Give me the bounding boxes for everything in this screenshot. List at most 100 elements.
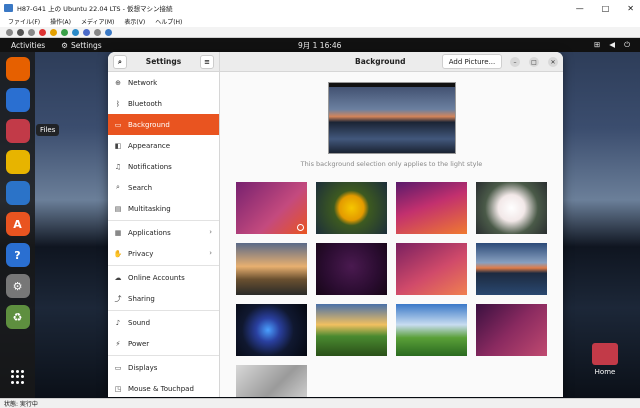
turn-off-icon[interactable] bbox=[28, 28, 35, 36]
wallpaper-thumbnail[interactable] bbox=[476, 304, 547, 356]
revert-icon[interactable] bbox=[94, 28, 101, 36]
sidebar-item-background[interactable]: ▭ Background bbox=[108, 114, 219, 135]
wallpaper-thumbnail[interactable] bbox=[476, 243, 547, 295]
wallpaper-thumbnail[interactable] bbox=[476, 182, 547, 234]
menu-media[interactable]: メディア(M) bbox=[81, 17, 114, 26]
writer-icon[interactable] bbox=[5, 181, 30, 205]
dock: A ? ⚙ ♻ bbox=[0, 52, 35, 398]
sidebar-item-icon: ☁ bbox=[114, 273, 122, 282]
checkpoint-icon[interactable] bbox=[83, 28, 90, 36]
sidebar-item-search[interactable]: ⌕ Search bbox=[108, 177, 219, 198]
wallpaper-thumbnail[interactable] bbox=[236, 243, 307, 295]
wallpaper-thumbnail[interactable] bbox=[396, 182, 467, 234]
sidebar-item-notifications[interactable]: ♫ Notifications bbox=[108, 156, 219, 177]
selected-check-icon bbox=[297, 224, 304, 231]
sidebar-item-label: Sound bbox=[128, 318, 151, 327]
save-state-icon[interactable] bbox=[50, 28, 57, 36]
sidebar-item-label: Mouse & Touchpad bbox=[128, 384, 194, 393]
enhanced-session-icon[interactable] bbox=[105, 28, 112, 36]
search-button[interactable]: ⌕ bbox=[113, 55, 127, 69]
system-tray[interactable]: ⊞ ◀ ⏻ bbox=[594, 40, 630, 50]
wallpaper-thumbnail[interactable] bbox=[396, 243, 467, 295]
sidebar-separator bbox=[108, 310, 219, 311]
app-menu[interactable]: ⚙ Settings bbox=[61, 41, 102, 50]
sidebar-item-label: Sharing bbox=[128, 294, 155, 303]
rhythmbox-icon[interactable] bbox=[5, 150, 30, 174]
host-title-bar: H87-G41 上の Ubuntu 22.04 LTS - 仮想マシン接続 — … bbox=[0, 0, 640, 16]
menu-help[interactable]: ヘルプ(H) bbox=[155, 17, 182, 26]
activities-button[interactable]: Activities bbox=[0, 41, 45, 50]
reset-icon[interactable] bbox=[72, 28, 79, 36]
wallpaper-thumbnail[interactable] bbox=[316, 182, 387, 234]
sidebar-item-online-accounts[interactable]: ☁ Online Accounts bbox=[108, 267, 219, 288]
menu-file[interactable]: ファイル(F) bbox=[8, 17, 40, 26]
wallpaper-thumbnail[interactable] bbox=[236, 182, 307, 234]
wallpaper-thumbnail[interactable] bbox=[236, 304, 307, 356]
chevron-right-icon: › bbox=[209, 249, 212, 257]
sidebar-item-bluetooth[interactable]: ᛒ Bluetooth bbox=[108, 93, 219, 114]
show-apps-icon[interactable] bbox=[11, 370, 25, 384]
window-minimize-button[interactable]: – bbox=[510, 57, 520, 67]
wallpaper-thumbnail[interactable] bbox=[236, 365, 307, 397]
wallpaper-thumbnail[interactable] bbox=[316, 243, 387, 295]
sidebar-item-icon: ✋ bbox=[113, 249, 123, 258]
sidebar-item-label: Multitasking bbox=[128, 204, 171, 213]
sidebar-item-displays[interactable]: ▭ Displays bbox=[108, 357, 219, 378]
help-icon[interactable]: ? bbox=[5, 243, 30, 267]
settings-window: ⌕ Settings ≡ Background Add Picture... –… bbox=[108, 52, 563, 397]
sidebar-item-appearance[interactable]: ◧ Appearance bbox=[108, 135, 219, 156]
window-close-button[interactable]: ✕ bbox=[548, 57, 558, 67]
close-button[interactable]: ✕ bbox=[627, 4, 634, 13]
settings-icon[interactable]: ⚙ bbox=[5, 274, 30, 298]
sidebar-item-icon: ⌕ bbox=[116, 183, 120, 191]
sidebar-item-label: Appearance bbox=[128, 141, 171, 150]
sidebar-item-mouse-touchpad[interactable]: ◳ Mouse & Touchpad bbox=[108, 378, 219, 397]
network-icon: ⊞ bbox=[593, 40, 601, 49]
app-menu-label: Settings bbox=[70, 40, 102, 50]
sidebar-separator bbox=[108, 220, 219, 221]
start-icon[interactable] bbox=[17, 28, 24, 36]
sidebar-item-label: Network bbox=[128, 78, 158, 87]
sidebar-item-multitasking[interactable]: ▤ Multitasking bbox=[108, 198, 219, 219]
files-icon[interactable] bbox=[5, 119, 30, 143]
sidebar-item-icon: ⤴ bbox=[114, 294, 122, 303]
sidebar-item-sound[interactable]: ♪ Sound bbox=[108, 312, 219, 333]
sidebar-item-icon: ♪ bbox=[115, 318, 121, 327]
firefox-icon[interactable] bbox=[5, 57, 30, 81]
sidebar-item-network[interactable]: ⊕ Network bbox=[108, 72, 219, 93]
thunderbird-icon[interactable] bbox=[5, 88, 30, 112]
window-maximize-button[interactable]: □ bbox=[529, 57, 539, 67]
content-header: Background Add Picture... – □ ✕ bbox=[220, 52, 563, 72]
sidebar-item-power[interactable]: ⚡ Power bbox=[108, 333, 219, 354]
background-preview bbox=[328, 82, 456, 154]
menu-view[interactable]: 表示(V) bbox=[124, 17, 145, 26]
shutdown-icon[interactable] bbox=[39, 28, 46, 36]
background-panel: This background selection only applies t… bbox=[220, 72, 563, 397]
minimize-button[interactable]: — bbox=[576, 4, 584, 13]
host-status-bar: 状態: 実行中 bbox=[0, 398, 640, 408]
power-icon: ⏻ bbox=[624, 40, 630, 49]
menu-button[interactable]: ≡ bbox=[200, 55, 214, 69]
desktop-home-icon[interactable]: Home bbox=[590, 343, 620, 376]
sidebar-item-icon: ◧ bbox=[114, 141, 122, 150]
add-picture-button[interactable]: Add Picture... bbox=[442, 54, 502, 69]
trash-icon[interactable]: ♻ bbox=[5, 305, 30, 329]
menu-action[interactable]: 操作(A) bbox=[50, 17, 71, 26]
sidebar-item-icon: ⊕ bbox=[115, 78, 121, 87]
sidebar-item-label: Search bbox=[128, 183, 153, 192]
sidebar-item-applications[interactable]: ▦ Applications › bbox=[108, 222, 219, 243]
maximize-button[interactable]: □ bbox=[602, 4, 610, 13]
wallpaper-thumbnail[interactable] bbox=[316, 304, 387, 356]
app-center-icon[interactable]: A bbox=[5, 212, 30, 236]
clock[interactable]: 9月 1 16:46 bbox=[298, 40, 341, 51]
ctrl-alt-del-icon[interactable] bbox=[6, 28, 13, 36]
sidebar-item-sharing[interactable]: ⤴ Sharing bbox=[108, 288, 219, 309]
sidebar-item-label: Displays bbox=[128, 363, 158, 372]
sidebar-item-icon: ▤ bbox=[114, 204, 122, 213]
wallpaper-thumbnail[interactable] bbox=[396, 304, 467, 356]
sidebar-item-privacy[interactable]: ✋ Privacy › bbox=[108, 243, 219, 264]
pause-icon[interactable] bbox=[61, 28, 68, 36]
vm-status: 状態: 実行中 bbox=[4, 401, 38, 408]
sidebar-item-label: Privacy bbox=[128, 249, 154, 258]
sidebar-item-label: Bluetooth bbox=[128, 99, 162, 108]
